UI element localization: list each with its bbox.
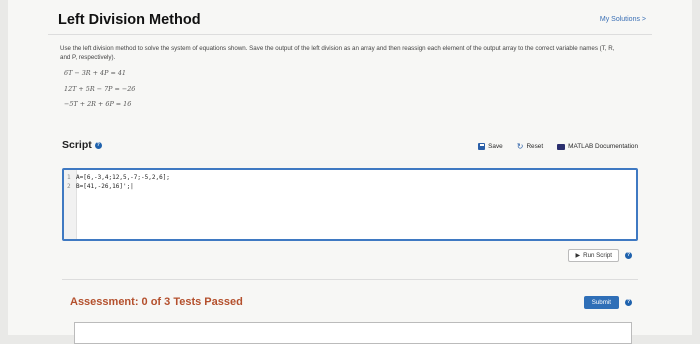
play-icon: ▶ xyxy=(575,253,581,259)
info-icon[interactable]: ? xyxy=(625,252,632,259)
run-script-button[interactable]: ▶ Run Script xyxy=(568,249,619,262)
save-icon xyxy=(478,143,486,150)
code-editor[interactable]: 1 A=[6,-3,4;12,5,-7;-5,2,6]; 2 B=[41,-26,1… xyxy=(62,168,638,241)
script-label: Script xyxy=(62,139,92,151)
my-solutions-link[interactable]: My Solutions > xyxy=(600,16,646,23)
page: Left Division Method My Solutions > Use … xyxy=(8,0,692,344)
divider xyxy=(62,279,638,280)
run-script-label: Run Script xyxy=(583,252,612,259)
code-text: A=[6,-3,4;12,5,-7;-5,2,6]; xyxy=(76,174,170,181)
reset-label: Reset xyxy=(526,143,544,150)
equation-1: 6T − 3R + 4P = 41 xyxy=(64,69,126,77)
submit-area: Submit ? xyxy=(583,296,632,309)
reset-icon: ↻ xyxy=(516,142,524,151)
info-icon[interactable]: ? xyxy=(94,141,102,149)
problem-instructions: Use the left division method to solve th… xyxy=(60,45,615,61)
line-number: 1 xyxy=(67,174,71,181)
script-heading: Script ? xyxy=(62,139,102,151)
reset-button[interactable]: ↻ Reset xyxy=(516,142,544,151)
documentation-icon xyxy=(557,143,566,150)
divider xyxy=(48,34,652,35)
assessment-status: Assessment: 0 of 3 Tests Passed xyxy=(70,296,243,308)
page-title: Left Division Method xyxy=(58,12,201,28)
info-icon[interactable]: ? xyxy=(625,299,632,306)
submit-button[interactable]: Submit xyxy=(583,296,619,309)
save-label: Save xyxy=(488,143,503,150)
code-line[interactable]: 2 B=[41,-26,16]';| xyxy=(67,183,134,190)
documentation-label: MATLAB Documentation xyxy=(568,143,638,150)
save-button[interactable]: Save xyxy=(478,143,503,150)
script-toolbar: Save ↻ Reset MATLAB Documentation xyxy=(478,142,638,151)
code-text: B=[41,-26,16]';| xyxy=(76,183,134,190)
line-number: 2 xyxy=(67,183,71,190)
equation-3: −5T + 2R + 6P = 16 xyxy=(64,100,132,108)
matlab-documentation-link[interactable]: MATLAB Documentation xyxy=(557,143,638,150)
equation-2: 12T + 5R − 7P = −26 xyxy=(64,85,136,93)
run-area: ▶ Run Script ? xyxy=(568,249,632,262)
code-line[interactable]: 1 A=[6,-3,4;12,5,-7;-5,2,6]; xyxy=(67,174,170,181)
test-results-panel xyxy=(74,322,632,344)
